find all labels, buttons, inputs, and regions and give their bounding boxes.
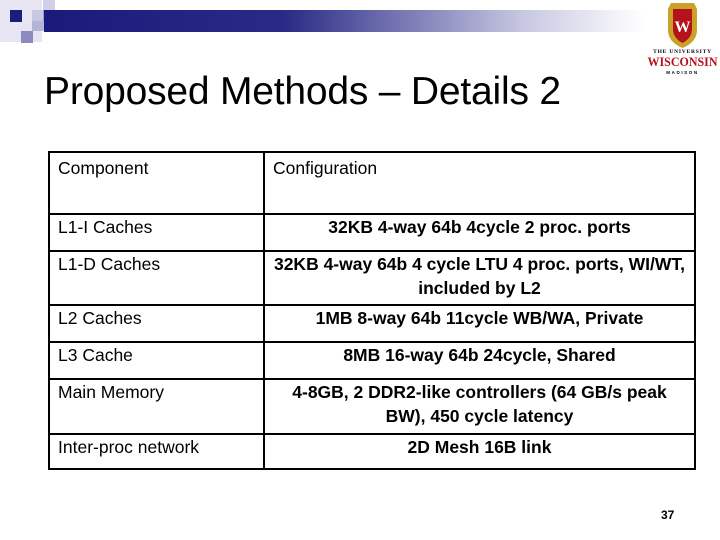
component-cell: Main Memory <box>48 378 265 435</box>
component-cell: L2 Caches <box>48 304 265 343</box>
configuration-cell: 4-8GB, 2 DDR2-like controllers (64 GB/s … <box>263 378 696 435</box>
page-number: 37 <box>661 508 675 522</box>
configuration-table: Component Configuration L1-I Caches 32KB… <box>48 151 696 470</box>
university-logo: W THE UNIVERSITY WISCONSIN MADISON <box>645 0 720 76</box>
table-row: Inter-proc network 2D Mesh 16B link <box>48 433 696 470</box>
table-row: L1-D Caches 32KB 4-way 64b 4 cycle LTU 4… <box>48 250 696 306</box>
table-row: Main Memory 4-8GB, 2 DDR2-like controlle… <box>48 378 696 435</box>
component-cell: L1-D Caches <box>48 250 265 306</box>
column-header-configuration: Configuration <box>263 151 696 215</box>
configuration-cell: 2D Mesh 16B link <box>263 433 696 470</box>
table-header-row: Component Configuration <box>48 151 696 215</box>
table-row: L1-I Caches 32KB 4-way 64b 4cycle 2 proc… <box>48 213 696 252</box>
deco-square <box>21 31 33 43</box>
svg-text:WISCONSIN: WISCONSIN <box>648 54 719 69</box>
component-cell: Inter-proc network <box>48 433 265 470</box>
deco-square <box>32 21 44 31</box>
crest-icon: W THE UNIVERSITY WISCONSIN MADISON <box>648 3 719 75</box>
svg-text:MADISON: MADISON <box>666 70 698 75</box>
table-row: L3 Cache 8MB 16-way 64b 24cycle, Shared <box>48 341 696 380</box>
deco-square <box>43 0 55 10</box>
configuration-cell: 32KB 4-way 64b 4 cycle LTU 4 proc. ports… <box>263 250 696 306</box>
deco-bar <box>44 10 644 32</box>
component-cell: L3 Cache <box>48 341 265 380</box>
configuration-cell: 8MB 16-way 64b 24cycle, Shared <box>263 341 696 380</box>
column-header-component: Component <box>48 151 265 215</box>
svg-text:W: W <box>675 19 691 36</box>
table-row: L2 Caches 1MB 8-way 64b 11cycle WB/WA, P… <box>48 304 696 343</box>
decorative-header-graphic <box>0 0 720 50</box>
deco-square <box>10 10 22 22</box>
component-cell: L1-I Caches <box>48 213 265 252</box>
configuration-cell: 1MB 8-way 64b 11cycle WB/WA, Private <box>263 304 696 343</box>
configuration-cell: 32KB 4-way 64b 4cycle 2 proc. ports <box>263 213 696 252</box>
slide-title: Proposed Methods – Details 2 <box>44 70 561 113</box>
